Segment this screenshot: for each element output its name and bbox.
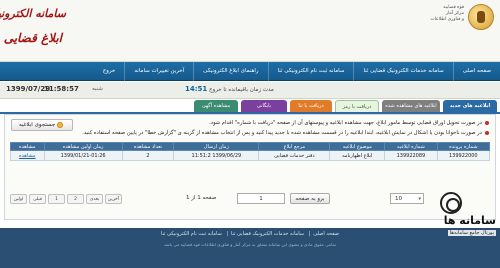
menu-item-changes[interactable]: آخرین تغییرات سامانه bbox=[124, 61, 193, 81]
column-header[interactable]: مرجع ابلاغ bbox=[258, 142, 331, 151]
watermark: سامانه ها پورتال جامع سامانه‌ها bbox=[432, 192, 498, 260]
weekday-label: شنبه bbox=[92, 86, 103, 92]
menu-item-guide[interactable]: راهنمای ابلاغ الکترونیکی bbox=[193, 61, 267, 81]
tab-receive-by-code[interactable]: دریافت با رمز bbox=[335, 100, 379, 112]
table-cell: ابلاغ اظهارنامه bbox=[329, 150, 386, 161]
menu-item-sana-services[interactable]: سامانه خدمات الکترونیک قضایی ثنا bbox=[353, 61, 452, 81]
notices-table: شماره پرونده شماره ابلاغیه موضوع ابلاغیه… bbox=[10, 142, 491, 161]
page-number-input[interactable]: 1 bbox=[237, 193, 285, 204]
watermark-logo-icon bbox=[440, 192, 462, 214]
bullet-icon bbox=[485, 120, 489, 125]
site-header: سامانه الکترونیک ابلاغ قضایی قوه قضاییه … bbox=[0, 0, 500, 62]
pager: اولین قبلی 1 2 بعدی آخرین صفحه 1 از 1 1 … bbox=[10, 192, 490, 206]
logo-line-1: سامانه الکترونیک bbox=[0, 7, 66, 20]
session-label: مدت زمان باقیمانده تا خروج bbox=[209, 87, 274, 93]
footer-links: صفحه اصلی| سامانه خدمات الکترونیک قضایی … bbox=[160, 231, 339, 237]
main-menu: صفحه اصلی سامانه خدمات الکترونیک قضایی ث… bbox=[0, 61, 500, 81]
note-text: در صورت ناخوانا بودن یا اشکال در نمایش ا… bbox=[82, 130, 482, 136]
info-note: در صورت تحویل اوراق قضایی توسط مامور ابل… bbox=[85, 120, 489, 127]
menu-item-logout[interactable]: خروج bbox=[94, 62, 125, 81]
org-name: قوه قضاییه مرکز آمار و فناوری اطلاعات bbox=[412, 5, 464, 23]
menu-item-sana-register[interactable]: سامانه ثبت نام الکترونیکی ثنا bbox=[267, 61, 354, 81]
tab-new-notices[interactable]: ابلاغیه های جدید bbox=[443, 100, 497, 112]
table-cell: 1399/01/21-01:26 bbox=[43, 150, 123, 161]
menu-item-home[interactable]: صفحه اصلی bbox=[452, 61, 500, 81]
org-line: و فناوری اطلاعات bbox=[430, 17, 464, 22]
column-header[interactable]: مشاهده bbox=[10, 142, 45, 151]
view-notice-link[interactable]: مشاهده bbox=[10, 150, 45, 161]
pager-page-button[interactable]: 1 bbox=[48, 194, 65, 204]
info-note: در صورت ناخوانا بودن یا اشکال در نمایش ا… bbox=[19, 130, 489, 137]
site-footer: صفحه اصلی| سامانه خدمات الکترونیک قضایی … bbox=[0, 228, 500, 268]
search-notice-label: جستجوی ابلاغیه bbox=[19, 122, 56, 128]
tab-archive[interactable]: بایگانی bbox=[241, 100, 287, 112]
tab-viewed-notices[interactable]: ابلاغیه های مشاهده شده bbox=[382, 100, 440, 112]
session-timer: مدت زمان باقیمانده تا خروج 14:51 bbox=[185, 85, 274, 93]
watermark-subtitle: پورتال جامع سامانه‌ها bbox=[447, 230, 496, 236]
column-header[interactable]: شماره ابلاغیه bbox=[384, 142, 438, 151]
footer-link[interactable]: صفحه اصلی bbox=[313, 231, 339, 237]
column-header[interactable]: شماره پرونده bbox=[436, 142, 491, 151]
chevron-down-icon: ▾ bbox=[418, 196, 421, 202]
page-size-value: 10 bbox=[395, 196, 402, 202]
column-header[interactable]: زمان اولین مشاهده bbox=[43, 142, 123, 151]
tab-receive-by-sana[interactable]: دریافت با ثنا bbox=[290, 100, 332, 112]
tab-bar: ابلاغیه های جدید ابلاغیه های مشاهده شده … bbox=[0, 100, 500, 112]
pager-prev-button[interactable]: قبلی bbox=[29, 194, 46, 204]
table-cell: 1399/06/29 11:51:2 bbox=[173, 150, 260, 161]
go-to-page-button[interactable]: برو به صفحه bbox=[290, 193, 330, 204]
search-icon bbox=[57, 121, 63, 128]
footer-link[interactable]: سامانه خدمات الکترونیک قضایی ثنا bbox=[231, 231, 304, 237]
table-header-row: شماره پرونده شماره ابلاغیه موضوع ابلاغیه… bbox=[10, 142, 491, 151]
table-cell: 139922089 bbox=[384, 150, 438, 161]
current-date: 1399/07/29 bbox=[6, 85, 51, 93]
copyright: تمامی حقوق مادی و معنوی این سامانه متعلق… bbox=[163, 242, 337, 247]
pager-first-button[interactable]: اولین bbox=[10, 194, 27, 204]
column-header[interactable]: موضوع ابلاغیه bbox=[329, 142, 386, 151]
table-row[interactable]: 139922000 139922089 ابلاغ اظهارنامه دفتر… bbox=[10, 150, 491, 161]
table-cell: 139922000 bbox=[436, 150, 491, 161]
page-size-select[interactable]: 10 ▾ bbox=[390, 193, 424, 204]
pager-next-button[interactable]: بعدی bbox=[86, 194, 103, 204]
pager-page-button[interactable]: 2 bbox=[67, 194, 84, 204]
tab-view-ads[interactable]: مشاهده آگهی bbox=[194, 100, 238, 112]
pager-last-button[interactable]: آخرین bbox=[105, 194, 122, 204]
note-text: در صورت تحویل اوراق قضایی توسط مامور ابل… bbox=[209, 120, 482, 126]
watermark-title: سامانه ها bbox=[443, 214, 496, 227]
column-header[interactable]: تعداد مشاهده bbox=[121, 142, 175, 151]
page-info: صفحه 1 از 1 bbox=[186, 195, 217, 201]
bullet-icon bbox=[485, 130, 489, 135]
info-bar: 11:58:57 1399/07/29 شنبه مدت زمان باقیما… bbox=[0, 82, 500, 99]
column-header[interactable]: زمان ارسال bbox=[173, 142, 260, 151]
session-remaining: 14:51 bbox=[185, 85, 208, 93]
table-cell: دفتر خدمات قضایی bbox=[258, 150, 331, 161]
judiciary-emblem-icon bbox=[468, 4, 494, 30]
footer-link[interactable]: سامانه ثبت نام الکترونیکی ثنا bbox=[161, 231, 222, 237]
logo-line-2: ابلاغ قضایی bbox=[3, 31, 62, 45]
table-cell: 2 bbox=[121, 150, 175, 161]
logo: سامانه الکترونیک ابلاغ قضایی bbox=[0, 3, 68, 59]
